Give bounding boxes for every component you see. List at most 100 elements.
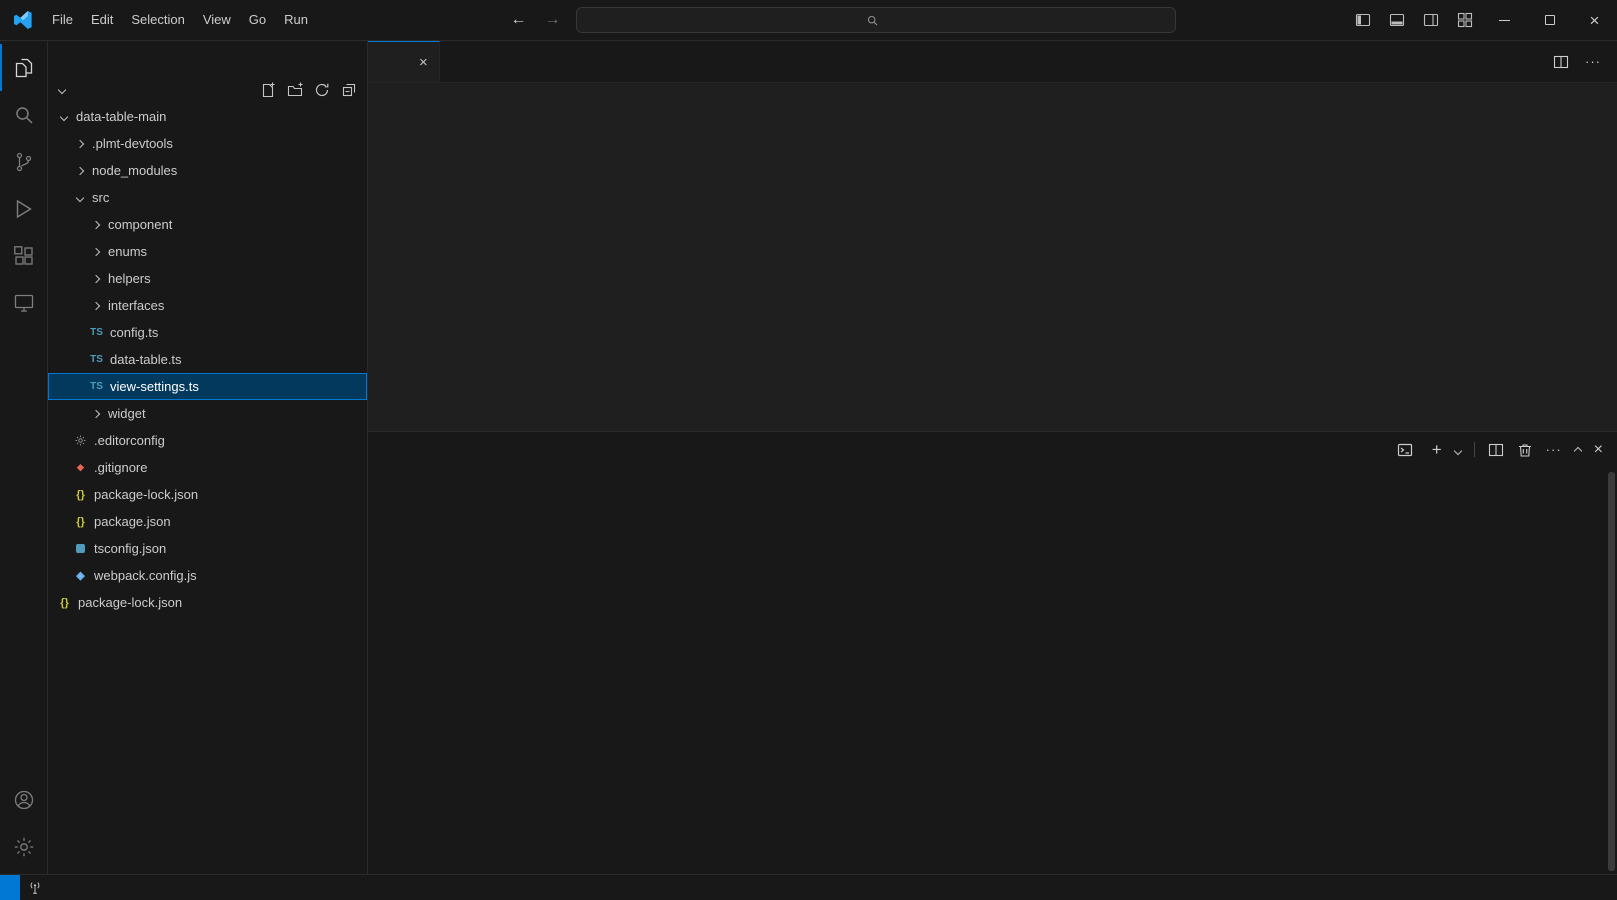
tree-item-webpack.config.js[interactable]: ◈webpack.config.js xyxy=(48,562,367,589)
chevron-right-icon xyxy=(91,409,99,417)
split-terminal-button[interactable] xyxy=(1488,442,1504,458)
tab-close-icon[interactable]: × xyxy=(419,55,428,70)
activity-bar-top xyxy=(0,44,48,326)
terminal-launch-dropdown[interactable] xyxy=(1455,441,1461,459)
new-terminal-button[interactable]: + xyxy=(1432,441,1442,458)
tree-item-data-table.ts[interactable]: TSdata-table.ts xyxy=(48,346,367,373)
tree-item-package-lock.json[interactable]: {}package-lock.json xyxy=(48,589,367,616)
json-file-icon: {} xyxy=(71,489,90,501)
minimize-button[interactable] xyxy=(1482,0,1527,40)
tree-item-package.json[interactable]: {}package.json xyxy=(48,508,367,535)
activity-explorer-button[interactable] xyxy=(0,44,48,91)
chevron-right-icon xyxy=(91,220,99,228)
editorconfig-file-icon xyxy=(71,434,90,447)
new-file-button[interactable] xyxy=(260,82,276,98)
close-button[interactable]: × xyxy=(1572,0,1617,40)
maximize-button[interactable] xyxy=(1527,0,1572,40)
split-editor-button[interactable] xyxy=(1553,54,1569,70)
activity-account-button[interactable] xyxy=(0,776,48,823)
editor-tab-bar: × ··· xyxy=(368,41,1617,83)
vscode-logo-icon xyxy=(13,10,33,30)
toggle-primary-sidebar-button[interactable] xyxy=(1355,12,1371,28)
close-panel-button[interactable]: × xyxy=(1594,441,1603,459)
ts-file-icon: TS xyxy=(87,327,106,338)
kill-terminal-button[interactable] xyxy=(1517,442,1533,458)
chevron-down-icon xyxy=(59,112,67,120)
titlebar-right: × xyxy=(1346,0,1617,40)
scrollbar-thumb[interactable] xyxy=(1608,472,1615,871)
code-editor[interactable] xyxy=(368,109,1617,431)
remote-explorer-icon xyxy=(12,291,36,315)
radio-tower-icon xyxy=(28,881,42,895)
activity-extensions-button[interactable] xyxy=(0,232,48,279)
statusbar-right xyxy=(1609,875,1617,900)
tree-item-src[interactable]: src xyxy=(48,184,367,211)
terminal-shell-selector[interactable] xyxy=(1397,442,1419,458)
panel-actions: + ··· × xyxy=(1397,441,1603,459)
tree-item-helpers[interactable]: helpers xyxy=(48,265,367,292)
remote-indicator[interactable] xyxy=(0,875,20,900)
run-debug-icon xyxy=(12,197,36,221)
toggle-panel-button[interactable] xyxy=(1389,12,1405,28)
panel-more-actions-button[interactable]: ··· xyxy=(1546,442,1562,457)
bottom-panel: + ··· × xyxy=(368,431,1617,874)
ports-indicator[interactable] xyxy=(20,875,55,900)
tree-item-config.ts[interactable]: TSconfig.ts xyxy=(48,319,367,346)
minimize-icon xyxy=(1499,20,1510,21)
terminal-view[interactable] xyxy=(368,467,1617,874)
chevron-up-icon xyxy=(1573,446,1581,454)
tsconfig-file-icon xyxy=(71,544,90,553)
menu-edit[interactable]: Edit xyxy=(82,7,122,33)
nav-back-button[interactable]: ← xyxy=(508,11,530,29)
chevron-down-icon xyxy=(58,85,66,93)
activity-settings-button[interactable] xyxy=(0,823,48,870)
menu-run[interactable]: Run xyxy=(275,7,317,33)
extensions-icon xyxy=(12,244,36,268)
menu-file[interactable]: File xyxy=(43,7,82,33)
chevron-right-icon xyxy=(91,301,99,309)
activity-bar-bottom xyxy=(0,776,48,874)
collapse-folders-button[interactable] xyxy=(341,82,357,98)
maximize-panel-button[interactable] xyxy=(1575,441,1581,459)
activity-search-button[interactable] xyxy=(0,91,48,138)
tree-item-view-settings.ts[interactable]: TSview-settings.ts xyxy=(48,373,367,400)
tree-item-node_modules[interactable]: node_modules xyxy=(48,157,367,184)
search-icon xyxy=(866,14,879,27)
command-center-search[interactable] xyxy=(576,7,1176,33)
tree-item-interfaces[interactable]: interfaces xyxy=(48,292,367,319)
tree-item-component[interactable]: component xyxy=(48,211,367,238)
terminal-scrollbar[interactable] xyxy=(1608,472,1615,871)
tree-item-widget[interactable]: widget xyxy=(48,400,367,427)
tree-item-label: component xyxy=(108,217,172,232)
editor-more-actions-button[interactable]: ··· xyxy=(1585,54,1601,69)
refresh-explorer-button[interactable] xyxy=(314,82,330,98)
customize-layout-button[interactable] xyxy=(1457,12,1473,28)
tree-item-.plmt-devtools[interactable]: .plmt-devtools xyxy=(48,130,367,157)
tree-item-.editorconfig[interactable]: .editorconfig xyxy=(48,427,367,454)
tree-item-label: package-lock.json xyxy=(78,595,182,610)
menu-selection[interactable]: Selection xyxy=(122,7,193,33)
tree-item-label: data-table.ts xyxy=(110,352,182,367)
gutter xyxy=(368,109,418,431)
menu-view[interactable]: View xyxy=(194,7,240,33)
menu-go[interactable]: Go xyxy=(240,7,275,33)
tree-item-label: data-table-main xyxy=(76,109,166,124)
account-icon xyxy=(12,788,36,812)
tab-view-settings[interactable]: × xyxy=(368,41,440,82)
section-header-data-table-main[interactable] xyxy=(48,76,367,103)
tree-item-enums[interactable]: enums xyxy=(48,238,367,265)
nav-forward-button[interactable]: → xyxy=(542,11,564,29)
tree-item-data-table-main[interactable]: data-table-main xyxy=(48,103,367,130)
new-folder-button[interactable] xyxy=(287,82,303,98)
activity-remote-explorer-button[interactable] xyxy=(0,279,48,326)
tree-item-.gitignore[interactable]: ◆.gitignore xyxy=(48,454,367,481)
activity-source-control-button[interactable] xyxy=(0,138,48,185)
title-bar: FileEditSelectionViewGoRun ← → × xyxy=(0,0,1617,41)
activity-run-debug-button[interactable] xyxy=(0,185,48,232)
file-tree: data-table-main .plmt-devtoolsnode_module… xyxy=(48,103,367,874)
toggle-secondary-sidebar-button[interactable] xyxy=(1423,12,1439,28)
tree-item-label: view-settings.ts xyxy=(110,379,199,394)
tree-item-tsconfig.json[interactable]: tsconfig.json xyxy=(48,535,367,562)
chevron-right-icon xyxy=(91,274,99,282)
tree-item-package-lock.json[interactable]: {}package-lock.json xyxy=(48,481,367,508)
